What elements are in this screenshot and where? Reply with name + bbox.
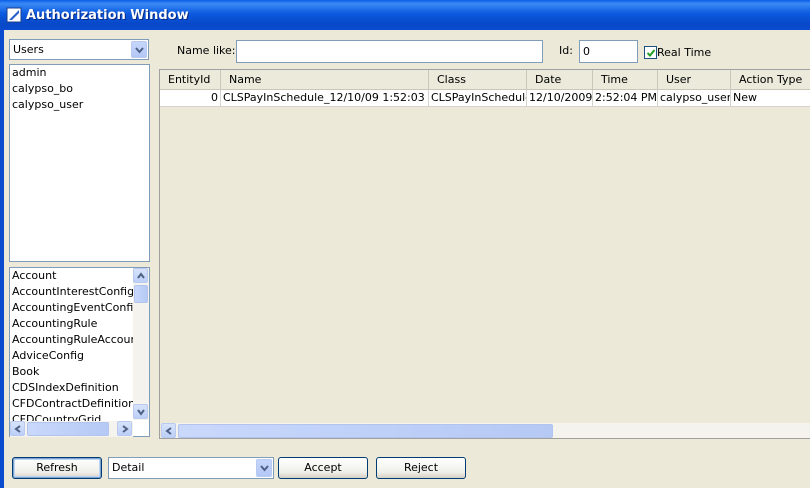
class-list-item[interactable]: AccountingRuleAccountCo — [10, 332, 149, 348]
scroll-left-button[interactable] — [161, 423, 176, 438]
table-header: EntityId Name Class Date Time User Actio… — [160, 70, 810, 90]
users-list[interactable]: admin calypso_bo calypso_user — [9, 64, 150, 262]
accept-button[interactable]: Accept — [278, 457, 368, 479]
classes-horizontal-scrollbar[interactable] — [10, 421, 133, 437]
table-horizontal-scrollbar[interactable] — [161, 423, 810, 438]
column-header-user[interactable]: User — [658, 70, 731, 90]
name-like-label: Name like: — [177, 44, 236, 57]
class-list-item[interactable]: Book — [10, 364, 149, 380]
cell-time: 2:52:04 PM — [595, 90, 658, 106]
cell-action-type: New — [733, 91, 757, 104]
class-list-item[interactable]: Account — [10, 268, 149, 284]
type-selector-value: Users — [13, 43, 44, 56]
view-mode-value: Detail — [112, 461, 145, 474]
window-title: Authorization Window — [26, 8, 189, 23]
cell-entity-id: 0 — [160, 90, 221, 106]
column-header-action-type[interactable]: Action Type — [731, 70, 810, 90]
type-selector-dropdown[interactable]: Users — [9, 39, 149, 60]
checkmark-icon — [646, 49, 656, 57]
column-header-class[interactable]: Class — [429, 70, 527, 90]
real-time-checkbox[interactable] — [644, 46, 657, 59]
real-time-label: Real Time — [657, 46, 712, 59]
id-label: Id: — [559, 44, 573, 57]
window-frame-left — [0, 30, 4, 488]
cell-class: CLSPayInSchedule — [431, 90, 527, 106]
class-list-item[interactable]: AccountingRule — [10, 316, 149, 332]
scroll-left-button[interactable] — [10, 421, 25, 436]
column-header-entityid[interactable]: EntityId — [160, 70, 221, 90]
user-list-item[interactable]: calypso_bo — [10, 81, 149, 97]
classes-vertical-scrollbar[interactable] — [133, 268, 149, 420]
chevron-down-icon[interactable] — [131, 41, 147, 58]
scroll-thumb[interactable] — [178, 424, 553, 438]
title-bar[interactable]: Authorization Window — [0, 0, 810, 30]
class-list-item[interactable]: AccountingEventConfig — [10, 300, 149, 316]
window-app-icon — [6, 7, 22, 23]
name-like-input[interactable] — [236, 40, 543, 63]
scroll-right-button[interactable] — [117, 421, 132, 436]
table-row[interactable]: 0 CLSPayInSchedule_12/10/09 1:52:03 PM C… — [160, 90, 810, 107]
class-list-item[interactable]: AdviceConfig — [10, 348, 149, 364]
scroll-thumb[interactable] — [134, 285, 148, 303]
id-input[interactable]: 0 — [579, 40, 638, 63]
user-list-item[interactable]: calypso_user — [10, 97, 149, 113]
user-list-item[interactable]: admin — [10, 65, 149, 81]
column-header-date[interactable]: Date — [527, 70, 593, 90]
class-list-item[interactable]: CFDContractDefinition — [10, 396, 149, 412]
view-mode-dropdown[interactable]: Detail — [108, 457, 274, 479]
chevron-down-icon[interactable] — [256, 459, 272, 477]
cell-name: CLSPayInSchedule_12/10/09 1:52:03 PM — [223, 90, 429, 106]
class-list-item[interactable]: CDSIndexDefinition — [10, 380, 149, 396]
authorization-table[interactable]: EntityId Name Class Date Time User Actio… — [159, 69, 810, 439]
column-header-time[interactable]: Time — [593, 70, 658, 90]
column-header-name[interactable]: Name — [221, 70, 429, 90]
cell-date: 12/10/2009 — [529, 90, 593, 106]
scroll-down-button[interactable] — [133, 404, 148, 419]
reject-button[interactable]: Reject — [376, 457, 466, 479]
class-list-item[interactable]: AccountInterestConfigRa — [10, 284, 149, 300]
refresh-button[interactable]: Refresh — [12, 457, 102, 479]
cell-user: calypso_user — [660, 90, 731, 106]
scroll-thumb[interactable] — [27, 422, 109, 436]
scroll-up-button[interactable] — [133, 268, 148, 283]
classes-list[interactable]: Account AccountInterestConfigRa Accounting… — [9, 267, 150, 437]
